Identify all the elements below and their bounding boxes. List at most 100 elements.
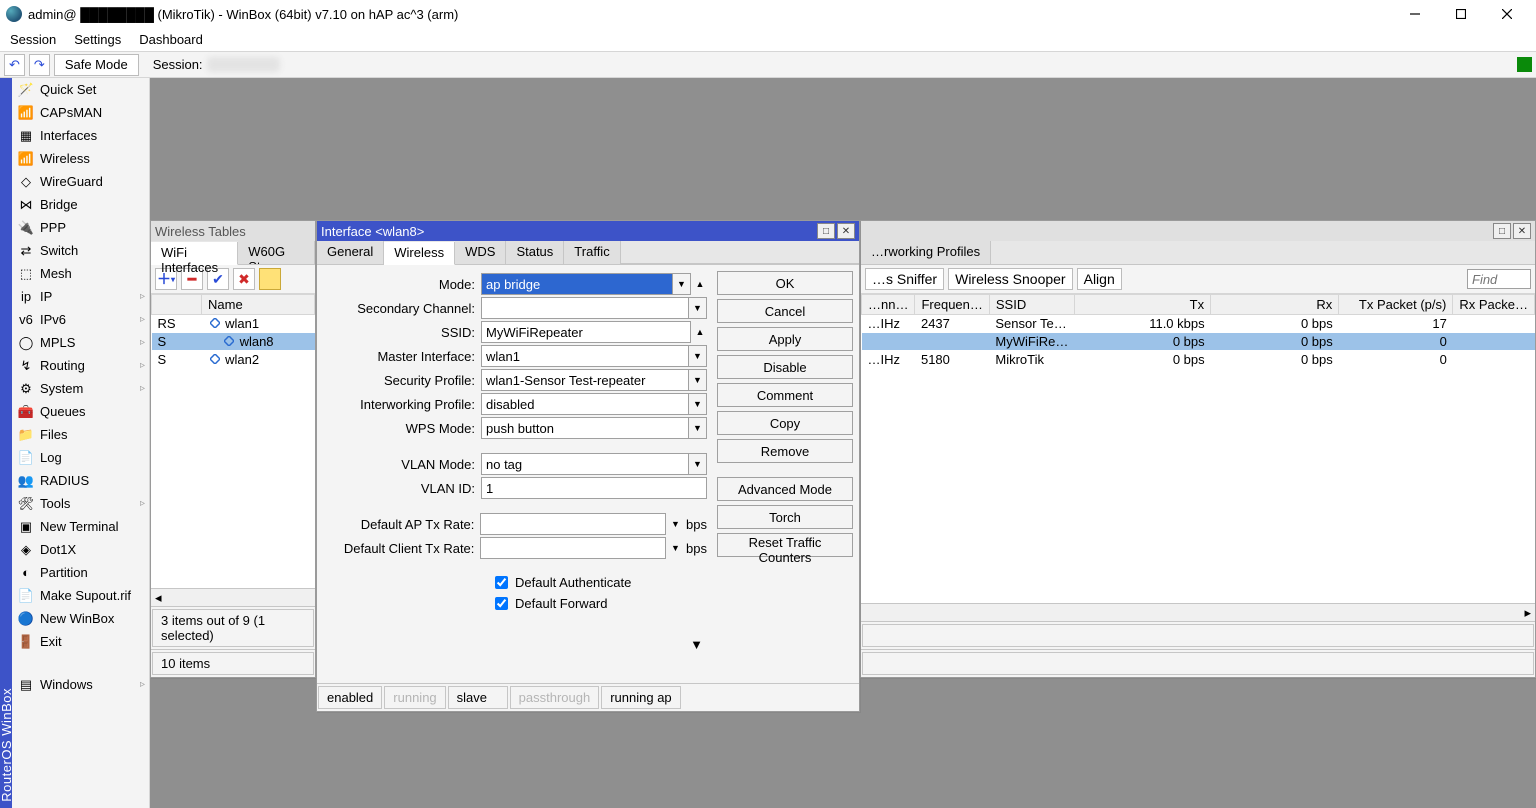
sidebar-item-windows[interactable]: ▤Windows▹: [12, 673, 149, 696]
window-close-icon[interactable]: ✕: [1513, 223, 1531, 239]
comment-row-button[interactable]: [259, 268, 281, 290]
sidebar-item-dot1x[interactable]: ◈Dot1X: [12, 538, 149, 561]
sidebar-item-ppp[interactable]: 🔌PPP: [12, 216, 149, 239]
sidebar-item-new-terminal[interactable]: ▣New Terminal: [12, 515, 149, 538]
wps-dropdown-icon[interactable]: ▼: [689, 417, 707, 439]
interface-dialog-title[interactable]: Interface <wlan8> □ ✕: [317, 221, 859, 241]
menu-settings[interactable]: Settings: [74, 32, 121, 47]
sidebar-item-exit[interactable]: 🚪Exit: [12, 630, 149, 653]
mode-field[interactable]: [481, 273, 673, 295]
wireless-tables-window-right[interactable]: □ ✕ …rworking Profiles …s Sniffer Wirele…: [860, 220, 1536, 678]
sidebar-item-switch[interactable]: ⇄Switch: [12, 239, 149, 262]
table-row[interactable]: RS wlan1: [152, 315, 315, 333]
ap-rate-down-icon[interactable]: ▼: [668, 513, 682, 535]
sidebar-item-radius[interactable]: 👥RADIUS: [12, 469, 149, 492]
apply-button[interactable]: Apply: [717, 327, 853, 351]
table-row[interactable]: …IHz2437Sensor Te…11.0 kbps0 bps17: [862, 315, 1535, 333]
ssid-field[interactable]: [481, 321, 691, 343]
interface-list-left[interactable]: Name RS wlan1S wlan8S wlan2: [151, 294, 315, 588]
table-row[interactable]: …IHz5180MikroTik0 bps0 bps0: [862, 351, 1535, 369]
table-row[interactable]: MyWiFiRe…0 bps0 bps0: [862, 333, 1535, 351]
sidebar-item-routing[interactable]: ↯Routing▹: [12, 354, 149, 377]
sidebar-item-new-winbox[interactable]: 🔵New WinBox: [12, 607, 149, 630]
wireless-tables-title[interactable]: Wireless Tables: [151, 221, 315, 241]
snooper-button[interactable]: Wireless Snooper: [948, 268, 1073, 290]
sidebar-item-wireguard[interactable]: ◇WireGuard: [12, 170, 149, 193]
master-interface-field[interactable]: [481, 345, 689, 367]
secondary-channel-field[interactable]: [481, 297, 689, 319]
sidebar-item-ipv6[interactable]: v6IPv6▹: [12, 308, 149, 331]
advanced-mode-button[interactable]: Advanced Mode: [717, 477, 853, 501]
ok-button[interactable]: OK: [717, 271, 853, 295]
scroll-down-icon[interactable]: ▼: [690, 637, 703, 652]
sidebar-item-capsman[interactable]: 📶CAPsMAN: [12, 101, 149, 124]
default-forward-checkbox[interactable]: [495, 597, 508, 610]
align-button[interactable]: Align: [1077, 268, 1122, 290]
undo-button[interactable]: ↶: [4, 54, 25, 76]
interface-dialog[interactable]: Interface <wlan8> □ ✕ General Wireless W…: [316, 220, 860, 712]
interface-list-right[interactable]: …nn… Frequen… SSID Tx Rx Tx Packet (p/s)…: [861, 294, 1535, 603]
tab-interworking-profiles[interactable]: …rworking Profiles: [861, 241, 991, 264]
interworking-profile-field[interactable]: [481, 393, 689, 415]
mode-up-icon[interactable]: ▲: [693, 273, 707, 295]
tab-status[interactable]: Status: [506, 241, 564, 264]
sidebar-item-mesh[interactable]: ⬚Mesh: [12, 262, 149, 285]
tab-wds[interactable]: WDS: [455, 241, 506, 264]
find-input[interactable]: [1467, 269, 1531, 289]
sniffer-button[interactable]: …s Sniffer: [865, 268, 944, 290]
remove-button[interactable]: Remove: [717, 439, 853, 463]
sidebar-item-system[interactable]: ⚙System▹: [12, 377, 149, 400]
sidebar-item-interfaces[interactable]: ▦Interfaces: [12, 124, 149, 147]
sidebar-item-log[interactable]: 📄Log: [12, 446, 149, 469]
sidebar-item-partition[interactable]: ◐Partition: [12, 561, 149, 584]
vlan-id-field[interactable]: [481, 477, 707, 499]
redo-button[interactable]: ↷: [29, 54, 50, 76]
cancel-button[interactable]: Cancel: [717, 299, 853, 323]
sidebar-item-mpls[interactable]: ◯MPLS▹: [12, 331, 149, 354]
mode-dropdown-icon[interactable]: ▼: [673, 273, 691, 295]
sidebar-item-bridge[interactable]: ⋈Bridge: [12, 193, 149, 216]
wireless-tables-title-right[interactable]: □ ✕: [861, 221, 1535, 241]
window-restore-icon[interactable]: □: [1493, 223, 1511, 239]
sidebar-item-wireless[interactable]: 📶Wireless: [12, 147, 149, 170]
client-rate-down-icon[interactable]: ▼: [668, 537, 682, 559]
minimize-button[interactable]: [1392, 0, 1438, 28]
vlan-mode-dropdown-icon[interactable]: ▼: [689, 453, 707, 475]
close-button[interactable]: [1484, 0, 1530, 28]
menu-dashboard[interactable]: Dashboard: [139, 32, 203, 47]
dialog-close-icon[interactable]: ✕: [837, 223, 855, 239]
security-profile-field[interactable]: [481, 369, 689, 391]
security-profile-dropdown-icon[interactable]: ▼: [689, 369, 707, 391]
tab-wireless[interactable]: Wireless: [384, 242, 455, 265]
tab-general[interactable]: General: [317, 241, 384, 264]
wps-mode-field[interactable]: [481, 417, 689, 439]
disable-button[interactable]: Disable: [717, 355, 853, 379]
tab-traffic[interactable]: Traffic: [564, 241, 620, 264]
interworking-dropdown-icon[interactable]: ▼: [689, 393, 707, 415]
secondary-channel-dropdown-icon[interactable]: ▼: [689, 297, 707, 319]
wireless-tables-window-left[interactable]: Wireless Tables WiFi Interfaces W60G Sta…: [150, 220, 316, 678]
dialog-restore-icon[interactable]: □: [817, 223, 835, 239]
sidebar-item-ip[interactable]: ipIP▹: [12, 285, 149, 308]
master-dropdown-icon[interactable]: ▼: [689, 345, 707, 367]
default-authenticate-checkbox[interactable]: [495, 576, 508, 589]
menu-session[interactable]: Session: [10, 32, 56, 47]
comment-button[interactable]: Comment: [717, 383, 853, 407]
tab-w60g[interactable]: W60G Sta…: [238, 241, 315, 264]
vlan-mode-field[interactable]: [481, 453, 689, 475]
maximize-button[interactable]: [1438, 0, 1484, 28]
safe-mode-button[interactable]: Safe Mode: [54, 54, 139, 76]
sidebar-item-files[interactable]: 📁Files: [12, 423, 149, 446]
reset-traffic-counters-button[interactable]: Reset Traffic Counters: [717, 533, 853, 557]
table-row[interactable]: S wlan8: [152, 333, 315, 351]
table-row[interactable]: S wlan2: [152, 351, 315, 369]
torch-button[interactable]: Torch: [717, 505, 853, 529]
ap-tx-rate-field[interactable]: [480, 513, 666, 535]
tab-wifi-interfaces[interactable]: WiFi Interfaces: [151, 242, 238, 265]
copy-button[interactable]: Copy: [717, 411, 853, 435]
sidebar-item-tools[interactable]: 🛠Tools▹: [12, 492, 149, 515]
sidebar-item-quick-set[interactable]: 🪄Quick Set: [12, 78, 149, 101]
sidebar-item-queues[interactable]: 🧰Queues: [12, 400, 149, 423]
ssid-collapse-icon[interactable]: ▲: [693, 321, 707, 343]
sidebar-item-make-supout-rif[interactable]: 📄Make Supout.rif: [12, 584, 149, 607]
